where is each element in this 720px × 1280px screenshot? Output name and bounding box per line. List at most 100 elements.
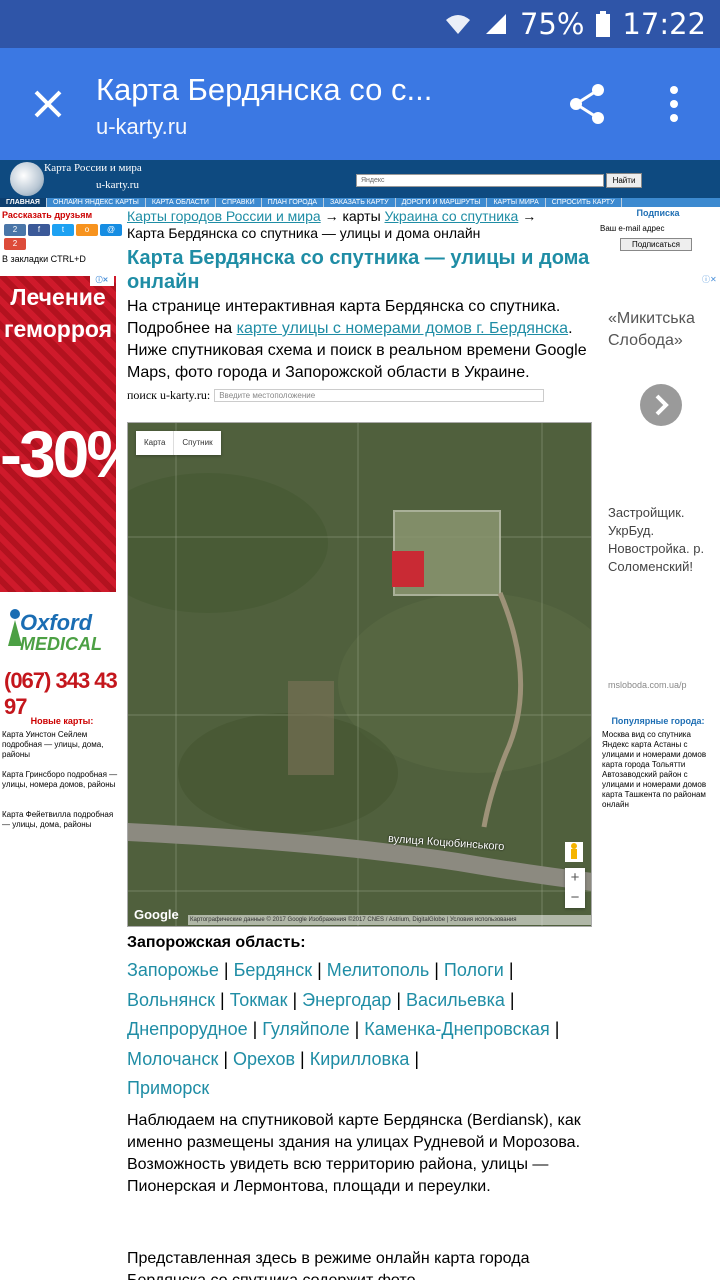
oxford-phone: (067) 343 43 97 <box>4 668 118 719</box>
site-nav: ГЛАВНАЯ ОНЛАЙН ЯНДЕКС КАРТЫ КАРТА ОБЛАСТ… <box>0 198 720 207</box>
nav-item[interactable]: ГЛАВНАЯ <box>0 198 47 207</box>
city-link[interactable]: Гуляйполе <box>262 1019 349 1039</box>
mailru-icon[interactable]: @ <box>100 224 122 236</box>
status-bar: 75% 17:22 <box>0 0 720 48</box>
ad-source: mslobodа.com.ua/p <box>608 680 687 690</box>
city-link[interactable]: Молочанск <box>127 1049 218 1069</box>
browser-toolbar: Карта Бердянска со с... u-karty.ru <box>0 48 720 160</box>
ad-next-icon[interactable] <box>640 384 682 426</box>
ad-text: Застройщик. УкрБуд. Новостройка. р. Соло… <box>608 505 705 574</box>
city-links: Запорожье | Бердянск | Мелитополь | Поло… <box>127 960 560 1098</box>
ad-title: «Микитська Слобода» <box>608 310 695 349</box>
battery-icon <box>596 11 611 37</box>
site-header: Карта России и мира u-karty.ru Яндекс На… <box>0 160 720 198</box>
city-link[interactable]: Каменка-Днепровская <box>364 1019 549 1039</box>
map-type-control: Карта Спутник <box>136 431 221 455</box>
city-link[interactable]: Приморск <box>127 1078 209 1098</box>
city-link[interactable]: Днепрорудное <box>127 1019 248 1039</box>
bookmark-hint: В закладки CTRL+D <box>2 254 86 264</box>
breadcrumb: Карты городов России и мира → карты Укра… <box>127 208 595 242</box>
new-maps-title: Новые карты: <box>30 716 94 726</box>
breadcrumb-link-ukraine[interactable]: Украина со спутника <box>385 208 519 224</box>
map-type-map[interactable]: Карта <box>136 431 173 455</box>
satellite-map[interactable]: Карта Спутник вулиця Коцюбинського + − G… <box>127 422 592 927</box>
city-link[interactable]: Запорожье <box>127 960 219 980</box>
vk-count: 2 <box>12 225 18 234</box>
nav-item[interactable]: СПРАВКИ <box>216 198 262 207</box>
right-banner-ad[interactable]: ⓘ✕ «Микитська Слобода» Застройщик. УкрБу… <box>598 274 720 704</box>
article-heading: Карта Бердянска со спутника — улицы и до… <box>127 247 590 293</box>
new-map-link[interactable]: Карта Гринсборо подробная — улицы, номер… <box>2 770 122 790</box>
vk-icon[interactable]: 2 <box>4 224 26 236</box>
breadcrumb-sep: → <box>518 208 537 224</box>
city-link[interactable]: Энергодар <box>302 990 391 1010</box>
site-logo-title[interactable]: Карта России и мира <box>44 162 142 174</box>
new-map-link[interactable]: Карта Уинстон Сейлем подробная — улицы, … <box>2 730 122 760</box>
nav-item[interactable]: СПРОСИТЬ КАРТУ <box>546 198 622 207</box>
oxford-brand: Oxford <box>20 610 93 635</box>
main-content: Карты городов России и мира → карты Укра… <box>127 208 595 403</box>
city-link[interactable]: Токмак <box>230 990 288 1010</box>
zoom-in-button[interactable]: + <box>565 868 585 888</box>
city-link[interactable]: Орехов <box>233 1049 295 1069</box>
satellite-imagery <box>128 423 591 926</box>
subscribe-button[interactable]: Подписаться <box>620 238 692 251</box>
city-link[interactable]: Мелитополь <box>327 960 429 980</box>
breadcrumb-current: Карта Бердянска со спутника — улицы и до… <box>127 225 481 241</box>
site-search-button[interactable]: Найти <box>606 173 642 188</box>
oxford-medical: MEDICAL <box>20 634 102 654</box>
popular-link[interactable]: карта города Тольятти Автозаводский райо… <box>602 760 716 790</box>
region-section: Запорожская область: Запорожье | Бердянс… <box>127 934 597 1104</box>
nav-item[interactable]: ЗАКАЗАТЬ КАРТУ <box>324 198 396 207</box>
share-icon[interactable] <box>566 82 610 126</box>
map-attribution: Картографические данные © 2017 Google Из… <box>188 915 591 925</box>
new-map-link[interactable]: Карта Фейетвилла подробная — улицы, дома… <box>2 810 122 830</box>
intro-paragraph: На странице интерактивная карта Бердянск… <box>127 296 595 384</box>
description-paragraph: Наблюдаем на спутниковой карте Бердянска… <box>127 1112 581 1195</box>
city-link[interactable]: Кирилловка <box>310 1049 410 1069</box>
breadcrumb-sep: → карты <box>320 208 385 224</box>
city-link[interactable]: Пологи <box>444 960 504 980</box>
social-buttons: 2 f t o @ 2 <box>4 224 122 254</box>
left-banner-ad[interactable]: ⓘ✕ Лечение геморроя -30% <box>0 276 145 592</box>
subscribe-title: Подписка <box>636 208 680 218</box>
popular-link[interactable]: Яндекс карта Астаны с улицами и номерами… <box>602 740 716 760</box>
street-view-pegman-icon[interactable] <box>565 842 583 862</box>
popular-link[interactable]: Москва вид со спутника <box>602 730 716 740</box>
globe-logo-icon <box>10 162 44 196</box>
street-map-link[interactable]: карте улицы с номерами домов г. Бердянск… <box>237 320 568 337</box>
page-url: u-karty.ru <box>96 114 188 139</box>
city-link[interactable]: Васильевка <box>406 990 505 1010</box>
battery-percent: 75% <box>519 7 585 41</box>
nav-item[interactable]: ДОРОГИ И МАРШРУТЫ <box>396 198 488 207</box>
ad-line2: геморроя <box>3 316 113 342</box>
odnoklassniki-icon[interactable]: o <box>76 224 98 236</box>
gplus-count: 2 <box>12 239 18 248</box>
more-options-icon[interactable] <box>656 82 692 126</box>
site-logo-domain[interactable]: u-karty.ru <box>96 179 139 191</box>
gplus-icon[interactable]: 2 <box>4 238 26 250</box>
nav-item[interactable]: КАРТА ОБЛАСТИ <box>146 198 216 207</box>
nav-item[interactable]: КАРТЫ МИРА <box>487 198 546 207</box>
description-paragraph: Представленная здесь в режиме онлайн кар… <box>127 1250 530 1280</box>
region-title: Запорожская область: <box>127 934 306 951</box>
site-search-input[interactable]: Яндекс <box>356 174 604 187</box>
zoom-out-button[interactable]: − <box>565 888 585 908</box>
nav-item[interactable]: ОНЛАЙН ЯНДЕКС КАРТЫ <box>47 198 146 207</box>
city-link[interactable]: Вольнянск <box>127 990 215 1010</box>
zoom-control: + − <box>565 868 585 908</box>
popular-link[interactable]: карта Ташкента по районам онлайн <box>602 790 716 810</box>
facebook-icon[interactable]: f <box>28 224 50 236</box>
close-icon[interactable] <box>26 82 70 126</box>
oxford-medical-ad[interactable]: Oxford MEDICAL (067) 343 43 97 <box>0 604 124 719</box>
ad-choices-icon[interactable]: ⓘ✕ <box>702 274 717 284</box>
place-search-input[interactable]: Введите местоположение <box>214 389 545 402</box>
nav-item[interactable]: ПЛАН ГОРОДА <box>262 198 324 207</box>
twitter-icon[interactable]: t <box>52 224 74 236</box>
city-link[interactable]: Бердянск <box>234 960 313 980</box>
breadcrumb-link-world[interactable]: Карты городов России и мира <box>127 208 321 224</box>
map-type-satellite[interactable]: Спутник <box>173 431 220 455</box>
wifi-icon <box>445 15 470 34</box>
ad-discount: -30% <box>0 417 145 491</box>
place-search: поиск u-karty.ru: Введите местоположение <box>127 388 595 403</box>
